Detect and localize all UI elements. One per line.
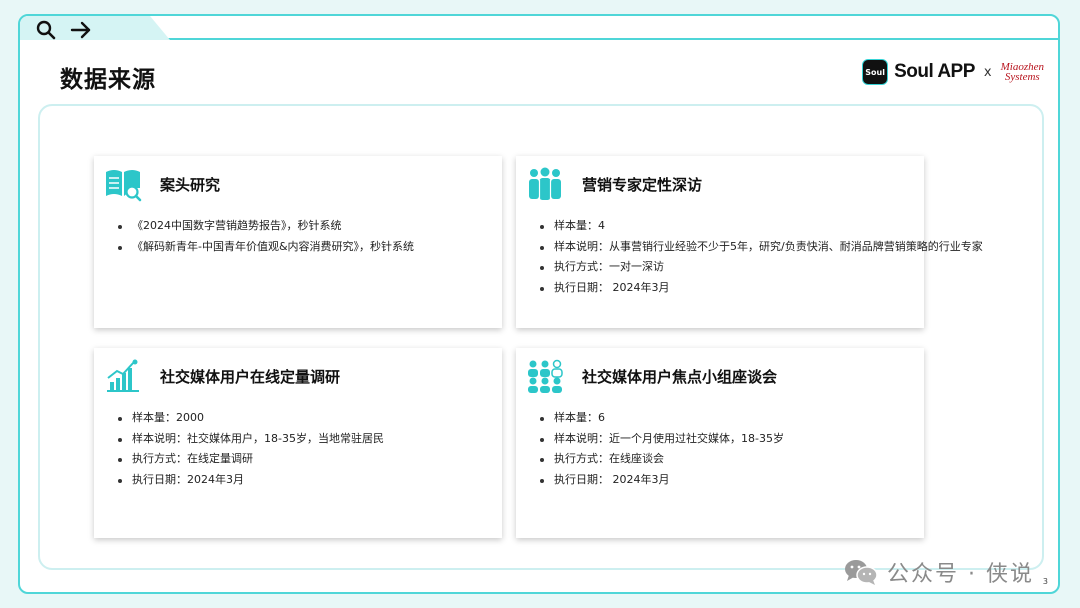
slide-frame: 数据来源 Soul Soul APP x Miaozhen Systems 案头…: [18, 14, 1060, 594]
list-item: 样本量：4: [540, 216, 983, 237]
book-search-icon: [106, 170, 142, 202]
logo-separator: x: [983, 64, 992, 80]
source-card-online-survey: 社交媒体用户在线定量调研 样本量：2000 样本说明：社交媒体用户，18-35岁…: [94, 348, 502, 538]
content-panel: 案头研究 《2024中国数字营销趋势报告》，秒针系统 《解码新青年-中国青年价值…: [38, 104, 1044, 570]
card-item-list: 样本量：6 样本说明：近一个月使用过社交媒体，18-35岁 执行方式：在线座谈会…: [540, 408, 784, 490]
list-item: 执行方式：在线座谈会: [540, 449, 784, 470]
list-item: 执行日期： 2024年3月: [540, 278, 983, 299]
list-item: 样本量：6: [540, 408, 784, 429]
card-title: 社交媒体用户焦点小组座谈会: [582, 368, 778, 386]
soul-logo-icon: Soul: [862, 59, 889, 85]
card-title: 案头研究: [160, 176, 221, 194]
source-card-expert-interview: 营销专家定性深访 样本量：4 样本说明：从事营销行业经验不少于5年，研究/负责快…: [516, 156, 983, 328]
search-icon[interactable]: [36, 20, 58, 40]
source-card-focus-group: 社交媒体用户焦点小组座谈会 样本量：6 样本说明：近一个月使用过社交媒体，18-…: [516, 348, 924, 538]
list-item: 执行日期：2024年3月: [118, 470, 384, 491]
page-number: 3: [1042, 577, 1048, 586]
card-item-list: 样本量：4 样本说明：从事营销行业经验不少于5年，研究/负责快消、耐消品牌营销策…: [540, 216, 983, 298]
list-item: 样本量：2000: [118, 408, 384, 429]
list-item: 样本说明：社交媒体用户，18-35岁，当地常驻居民: [118, 429, 384, 450]
list-item: 执行日期： 2024年3月: [540, 470, 784, 491]
wechat-icon: [845, 560, 878, 585]
list-item: 样本说明：从事营销行业经验不少于5年，研究/负责快消、耐消品牌营销策略的行业专家: [540, 237, 983, 258]
card-title: 社交媒体用户在线定量调研: [160, 368, 341, 386]
list-item: 样本说明：近一个月使用过社交媒体，18-35岁: [540, 429, 784, 450]
source-card-desk-research: 案头研究 《2024中国数字营销趋势报告》，秒针系统 《解码新青年-中国青年价值…: [94, 156, 502, 328]
list-item: 执行方式：在线定量调研: [118, 449, 384, 470]
wechat-watermark: 公众号 · 侠说: [843, 556, 1034, 588]
list-item: 《2024中国数字营销趋势报告》，秒针系统: [118, 216, 414, 237]
arrow-right-icon[interactable]: [70, 20, 92, 40]
card-item-list: 样本量：2000 样本说明：社交媒体用户，18-35岁，当地常驻居民 执行方式：…: [118, 408, 384, 490]
people-group-icon: [529, 167, 561, 200]
bar-chart-icon: [107, 359, 139, 392]
brand-logos: Soul Soul APP x Miaozhen Systems: [862, 56, 1044, 88]
card-title: 营销专家定性深访: [582, 176, 703, 194]
miaozhen-logo-line2: Systems: [1004, 71, 1040, 83]
focus-group-icon: [528, 359, 563, 393]
watermark-text: 公众号 · 侠说: [887, 562, 1034, 587]
top-bar: [20, 16, 1058, 40]
list-item: 执行方式：一对一深访: [540, 257, 983, 278]
list-item: 《解码新青年-中国青年价值观&内容消费研究》，秒针系统: [118, 237, 414, 258]
soul-app-logo-text: Soul APP: [894, 61, 975, 82]
card-item-list: 《2024中国数字营销趋势报告》，秒针系统 《解码新青年-中国青年价值观&内容消…: [118, 216, 414, 257]
page-title: 数据来源: [60, 67, 156, 93]
miaozhen-logo: Miaozhen Systems: [1001, 62, 1044, 83]
